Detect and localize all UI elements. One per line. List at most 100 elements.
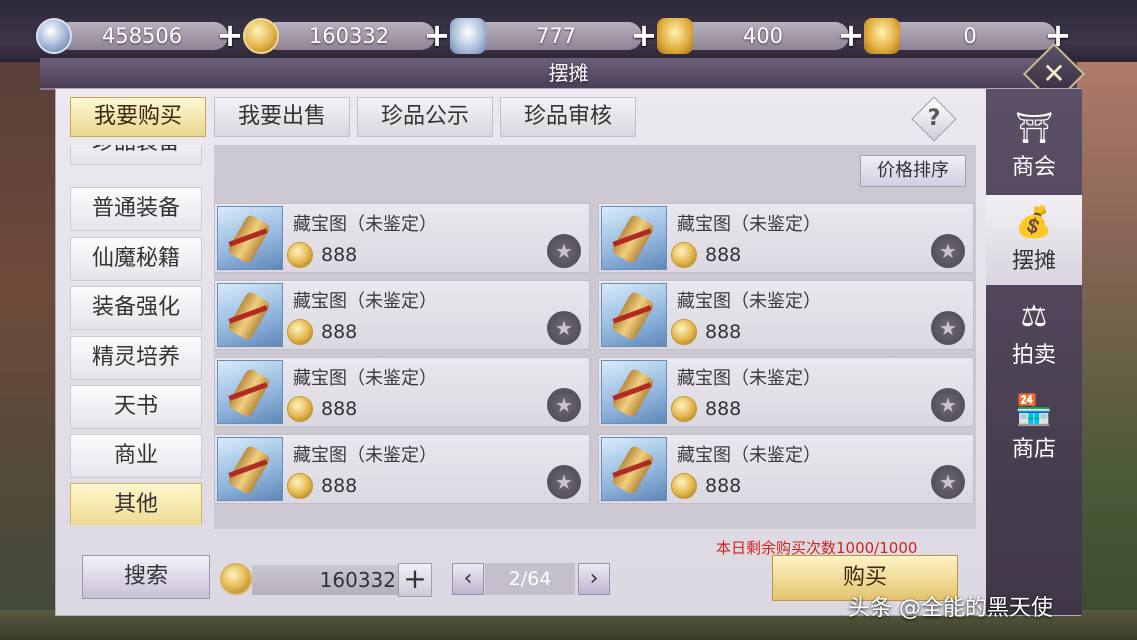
category-list[interactable]: 珍品装备 普通装备 仙魔秘籍 装备强化 精灵培养 天书 商业 其他 [70, 145, 204, 525]
window-title: 摆摊 [548, 61, 589, 85]
star-icon[interactable]: ★ [547, 388, 581, 422]
auction-icon: ⚖ [1020, 299, 1048, 334]
add-silver-ingot-button[interactable]: + [628, 19, 660, 52]
treasure-map-icon [217, 360, 283, 424]
item-name: 藏宝图（未鉴定） [677, 368, 821, 389]
add-gold-button[interactable]: + [421, 19, 453, 52]
money-bag-icon: 💰 [1015, 205, 1053, 240]
list-item[interactable]: 藏宝图（未鉴定） 888 ★ [214, 434, 590, 504]
category-item[interactable]: 装备强化 [70, 286, 202, 330]
gold-coin-icon [671, 396, 697, 422]
currency-gold-ingot: 400 + [657, 18, 869, 54]
item-name: 藏宝图（未鉴定） [293, 445, 437, 466]
treasure-map-icon [601, 206, 667, 270]
item-price: 888 [705, 398, 742, 420]
sort-by-price-button[interactable]: 价格排序 [860, 155, 966, 187]
star-icon[interactable]: ★ [931, 465, 965, 499]
currency-value: 458506 [56, 22, 228, 50]
currency-gold: 160332 + [243, 18, 455, 54]
next-page-button[interactable]: › [578, 563, 610, 595]
currency-value: 0 [884, 22, 1056, 50]
item-name: 藏宝图（未鉴定） [293, 214, 437, 235]
tab-treasure-review[interactable]: 珍品审核 [500, 97, 636, 137]
item-name: 藏宝图（未鉴定） [677, 291, 821, 312]
item-price: 888 [705, 475, 742, 497]
category-item[interactable]: 仙魔秘籍 [70, 237, 202, 281]
gold-coin-icon [220, 563, 252, 595]
side-nav: ⛩ 商会 💰 摆摊 ⚖ 拍卖 🏪 商店 [986, 89, 1082, 615]
category-item[interactable]: 珍品装备 [70, 145, 202, 165]
background-scene-right [1077, 60, 1137, 640]
currency-silver-ingot: 777 + [450, 18, 662, 54]
list-item[interactable]: 藏宝图（未鉴定） 888 ★ [598, 434, 974, 504]
gold-ingot-icon [657, 18, 693, 54]
treasure-map-icon [217, 283, 283, 347]
help-icon[interactable]: ? [918, 103, 950, 135]
item-name: 藏宝图（未鉴定） [677, 214, 821, 235]
add-gold-ingot-button[interactable]: + [835, 19, 867, 52]
currency-value: 400 [677, 22, 849, 50]
silver-ingot-icon [450, 18, 486, 54]
item-list: 价格排序 藏宝图（未鉴定） 888 ★ 藏宝图（未鉴定） 888 ★ 藏宝图（未… [214, 145, 976, 529]
item-name: 藏宝图（未鉴定） [293, 368, 437, 389]
prev-page-button[interactable]: ‹ [452, 563, 484, 595]
tab-treasure-notice[interactable]: 珍品公示 [357, 97, 493, 137]
star-icon[interactable]: ★ [547, 311, 581, 345]
side-nav-shop[interactable]: 🏪 商店 [986, 383, 1082, 473]
add-silver-button[interactable]: + [214, 19, 246, 52]
treasure-map-icon [601, 283, 667, 347]
side-nav-label: 摆摊 [1011, 249, 1056, 274]
treasure-map-icon [217, 206, 283, 270]
category-item[interactable]: 天书 [70, 385, 202, 429]
content-area: 我要购买 我要出售 珍品公示 珍品审核 ? 珍品装备 普通装备 仙魔秘籍 装备强… [56, 89, 986, 615]
search-button[interactable]: 搜索 [82, 555, 210, 599]
item-price: 888 [321, 244, 358, 266]
add-money-button[interactable]: + [398, 563, 432, 597]
treasure-map-icon [217, 437, 283, 501]
list-item[interactable]: 藏宝图（未鉴定） 888 ★ [214, 203, 590, 273]
star-icon[interactable]: ★ [931, 311, 965, 345]
side-nav-auction[interactable]: ⚖ 拍卖 [986, 289, 1082, 379]
category-item-active[interactable]: 其他 [70, 483, 202, 525]
background-scene-left [0, 60, 60, 640]
watermark: 头条 @全能的黑天使 [848, 596, 1053, 621]
silver-coin-icon [36, 18, 72, 54]
star-icon[interactable]: ★ [547, 465, 581, 499]
list-item[interactable]: 藏宝图（未鉴定） 888 ★ [598, 203, 974, 273]
gold-coin-icon [287, 396, 313, 422]
list-item[interactable]: 藏宝图（未鉴定） 888 ★ [214, 280, 590, 350]
list-item[interactable]: 藏宝图（未鉴定） 888 ★ [214, 357, 590, 427]
side-nav-stall[interactable]: 💰 摆摊 [986, 195, 1082, 285]
side-nav-guild[interactable]: ⛩ 商会 [986, 101, 1082, 191]
list-item[interactable]: 藏宝图（未鉴定） 888 ★ [598, 357, 974, 427]
gold-ingot-icon [864, 18, 900, 54]
gold-coin-icon [287, 319, 313, 345]
star-icon[interactable]: ★ [547, 234, 581, 268]
item-name: 藏宝图（未鉴定） [677, 445, 821, 466]
category-item[interactable]: 商业 [70, 434, 202, 478]
treasure-map-icon [601, 437, 667, 501]
side-nav-label: 商店 [1011, 437, 1056, 462]
category-item[interactable]: 精灵培养 [70, 336, 202, 380]
guild-icon: ⛩ [1014, 111, 1054, 146]
shop-icon: 🏪 [1015, 393, 1053, 428]
item-name: 藏宝图（未鉴定） [293, 291, 437, 312]
star-icon[interactable]: ★ [931, 388, 965, 422]
currency-bound-ingot: 0 + [864, 18, 1076, 54]
gold-coin-icon [243, 18, 279, 54]
gold-coin-icon [287, 242, 313, 268]
tab-buy[interactable]: 我要购买 [70, 97, 206, 137]
list-item[interactable]: 藏宝图（未鉴定） 888 ★ [598, 280, 974, 350]
category-item[interactable]: 普通装备 [70, 187, 202, 231]
tab-sell[interactable]: 我要出售 [214, 97, 350, 137]
gold-coin-icon [671, 473, 697, 499]
gold-coin-icon [287, 473, 313, 499]
money-display: 160332 [252, 565, 400, 595]
currency-silver: 458506 + [36, 18, 248, 54]
gold-coin-icon [671, 319, 697, 345]
treasure-map-icon [601, 360, 667, 424]
currency-value: 160332 [263, 22, 435, 50]
star-icon[interactable]: ★ [931, 234, 965, 268]
stall-panel: 我要购买 我要出售 珍品公示 珍品审核 ? 珍品装备 普通装备 仙魔秘籍 装备强… [55, 88, 1082, 616]
item-price: 888 [705, 244, 742, 266]
